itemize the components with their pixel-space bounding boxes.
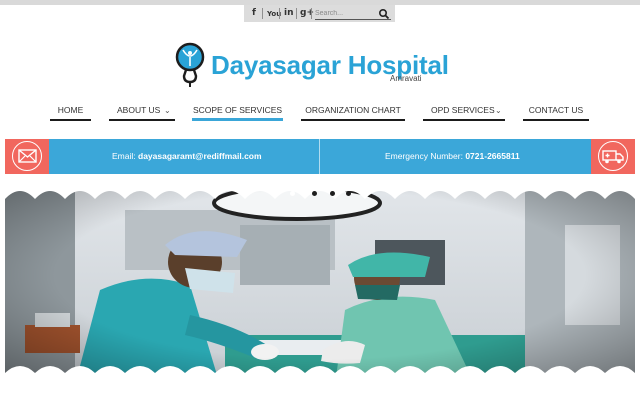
nav-underline [423, 119, 505, 121]
divider [311, 8, 312, 19]
emergency-number[interactable]: 0721-2665811 [465, 151, 519, 161]
slider-dot[interactable] [330, 191, 335, 196]
nav-about-us[interactable]: ABOUT US ⌄ [109, 104, 175, 121]
nav-label: ORGANIZATION CHART [305, 105, 401, 115]
nav-underline [109, 119, 175, 121]
nav-organization-chart[interactable]: ORGANIZATION CHART [301, 104, 405, 121]
emergency-label: Emergency Number: [385, 151, 463, 161]
divider [296, 8, 297, 19]
nav-label: HOME [57, 105, 84, 115]
email-info[interactable]: Email: dayasagaramt@rediffmail.com [112, 139, 262, 174]
nav-contact-us[interactable]: CONTACT US [523, 104, 589, 121]
nav-underline [50, 119, 91, 121]
nav-label: OPD SERVICES [431, 105, 495, 115]
divider [319, 139, 320, 174]
nav-home[interactable]: HOME [50, 104, 91, 121]
nav-underline-active [192, 118, 283, 121]
slider-dot[interactable] [312, 191, 317, 196]
nav-label: ABOUT US [117, 105, 161, 115]
facebook-icon[interactable]: f [252, 7, 256, 19]
slider-dot[interactable] [346, 191, 351, 196]
ambulance-icon[interactable] [591, 139, 635, 174]
search-icon[interactable] [378, 7, 390, 20]
envelope-icon[interactable] [5, 139, 49, 174]
emergency-info: Emergency Number: 0721-2665811 [385, 139, 520, 174]
stethoscope-logo-icon[interactable] [172, 42, 208, 88]
chevron-down-icon: ⌄ [495, 106, 502, 115]
hospital-location: Amravati [390, 74, 422, 83]
chevron-down-icon: ⌄ [164, 106, 171, 115]
nav-underline [301, 119, 405, 121]
nav-scope-of-services[interactable]: SCOPE OF SERVICES [192, 104, 283, 121]
nav-label: CONTACT US [528, 105, 584, 115]
nav-label: SCOPE OF SERVICES [192, 105, 283, 115]
nav-underline [523, 119, 589, 121]
search-input[interactable] [315, 8, 375, 18]
email-label: Email: [112, 151, 136, 161]
divider [279, 8, 280, 19]
divider [262, 8, 263, 19]
hero-image [5, 185, 635, 385]
contact-bar: Email: dayasagaramt@rediffmail.com Emerg… [5, 139, 635, 174]
slider-dot[interactable] [290, 191, 295, 196]
linkedin-icon[interactable]: in [284, 7, 294, 19]
email-address[interactable]: dayasagaramt@rediffmail.com [138, 151, 262, 161]
hero-slider[interactable] [5, 185, 635, 385]
nav-opd-services[interactable]: OPD SERVICES ⌄ [423, 104, 505, 121]
